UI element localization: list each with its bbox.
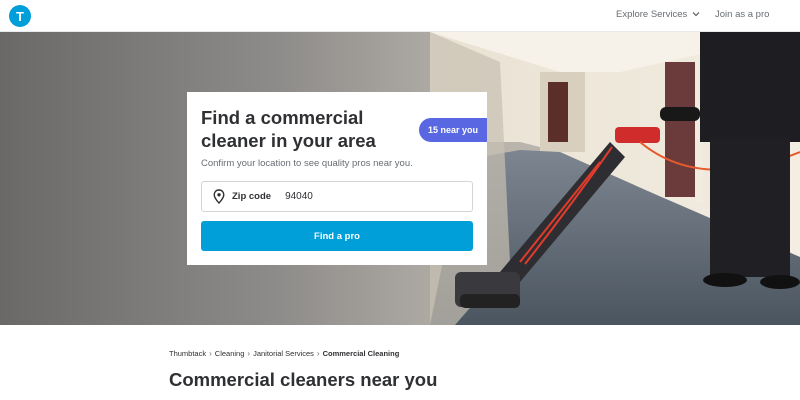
chevron-right-icon: › [316, 349, 320, 358]
zip-code-label: Zip code [232, 191, 272, 202]
hero-banner: Find a commercial cleaner in your area C… [0, 32, 800, 325]
explore-services-label: Explore Services [616, 9, 688, 20]
find-a-pro-button[interactable]: Find a pro [201, 221, 473, 251]
breadcrumb-current: Commercial Cleaning [322, 349, 400, 358]
page-title: Commercial cleaners near you [169, 369, 438, 390]
thumbtack-logo[interactable]: T [9, 5, 31, 27]
breadcrumb-item[interactable]: Cleaning [215, 349, 245, 358]
breadcrumb-item[interactable]: Thumbtack [169, 349, 206, 358]
explore-services-menu[interactable]: Explore Services [616, 9, 700, 20]
hero-title: Find a commercial cleaner in your area [201, 107, 376, 151]
zip-code-field[interactable]: Zip code [201, 181, 473, 212]
chevron-down-icon [692, 9, 700, 20]
zip-code-input[interactable] [285, 191, 436, 202]
search-card: Find a commercial cleaner in your area C… [187, 92, 487, 265]
pros-near-badge: 15 near you [419, 118, 487, 142]
breadcrumb: Thumbtack › Cleaning › Janitorial Servic… [169, 349, 399, 358]
chevron-right-icon: › [209, 349, 212, 358]
breadcrumb-item[interactable]: Janitorial Services [253, 349, 314, 358]
hero-subtitle: Confirm your location to see quality pro… [201, 158, 413, 169]
logo-letter: T [16, 8, 24, 24]
top-nav: T Explore Services Join as a pro [0, 0, 800, 32]
chevron-right-icon: › [247, 349, 251, 358]
join-as-pro-link[interactable]: Join as a pro [715, 9, 769, 20]
location-pin-icon [213, 189, 225, 204]
